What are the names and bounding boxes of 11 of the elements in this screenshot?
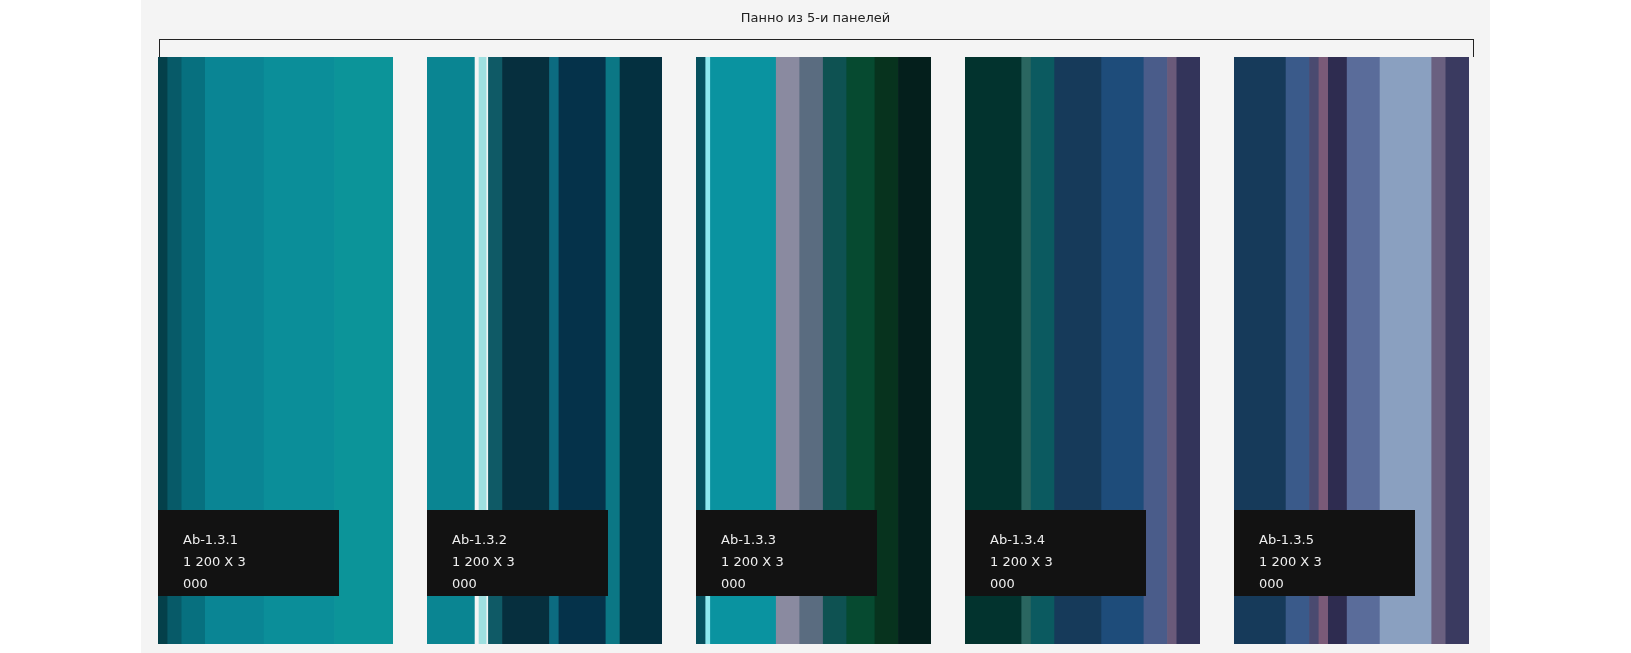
panel-code: Ab-1.3.4: [990, 531, 1045, 549]
panel-code: Ab-1.3.5: [1259, 531, 1314, 549]
panel-size: 1 200 X 3 000: [990, 553, 1054, 593]
panel-code: Ab-1.3.2: [452, 531, 507, 549]
section-title: Панно из 5-и панелей: [740, 9, 891, 27]
panel-code: Ab-1.3.3: [721, 531, 776, 549]
panel-size: 1 200 X 3 000: [183, 553, 247, 593]
panel-code: Ab-1.3.1: [183, 531, 238, 549]
panel-size: 1 200 X 3 000: [452, 553, 516, 593]
panel-size: 1 200 X 3 000: [721, 553, 785, 593]
panel-size: 1 200 X 3 000: [1259, 553, 1323, 593]
